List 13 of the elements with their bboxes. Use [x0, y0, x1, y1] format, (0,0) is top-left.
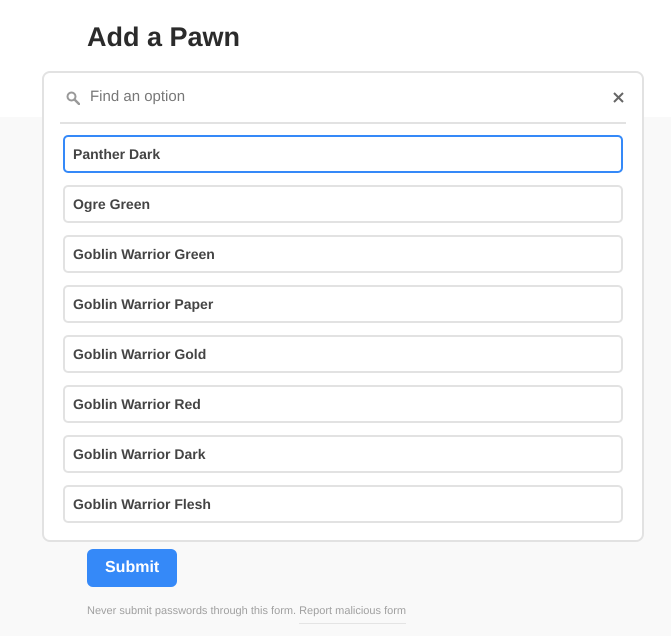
option-item[interactable]: Goblin Warrior Paper — [63, 285, 623, 323]
search-field[interactable]: Find an option — [90, 86, 613, 109]
option-item[interactable]: Goblin Warrior Gold — [63, 335, 623, 373]
close-icon[interactable] — [613, 92, 624, 103]
footer-note: Never submit passwords through this form. — [87, 604, 296, 619]
option-item[interactable]: Goblin Warrior Red — [63, 385, 623, 423]
option-item[interactable]: Ogre Green — [63, 185, 623, 223]
page-title: Add a Pawn — [87, 21, 242, 54]
option-item[interactable]: Goblin Warrior Dark — [63, 435, 623, 473]
search-icon — [66, 90, 80, 104]
option-item[interactable]: Goblin Warrior Flesh — [63, 485, 623, 523]
option-item[interactable]: Goblin Warrior Green — [63, 235, 623, 273]
option-item[interactable]: Panther Dark — [63, 135, 623, 173]
